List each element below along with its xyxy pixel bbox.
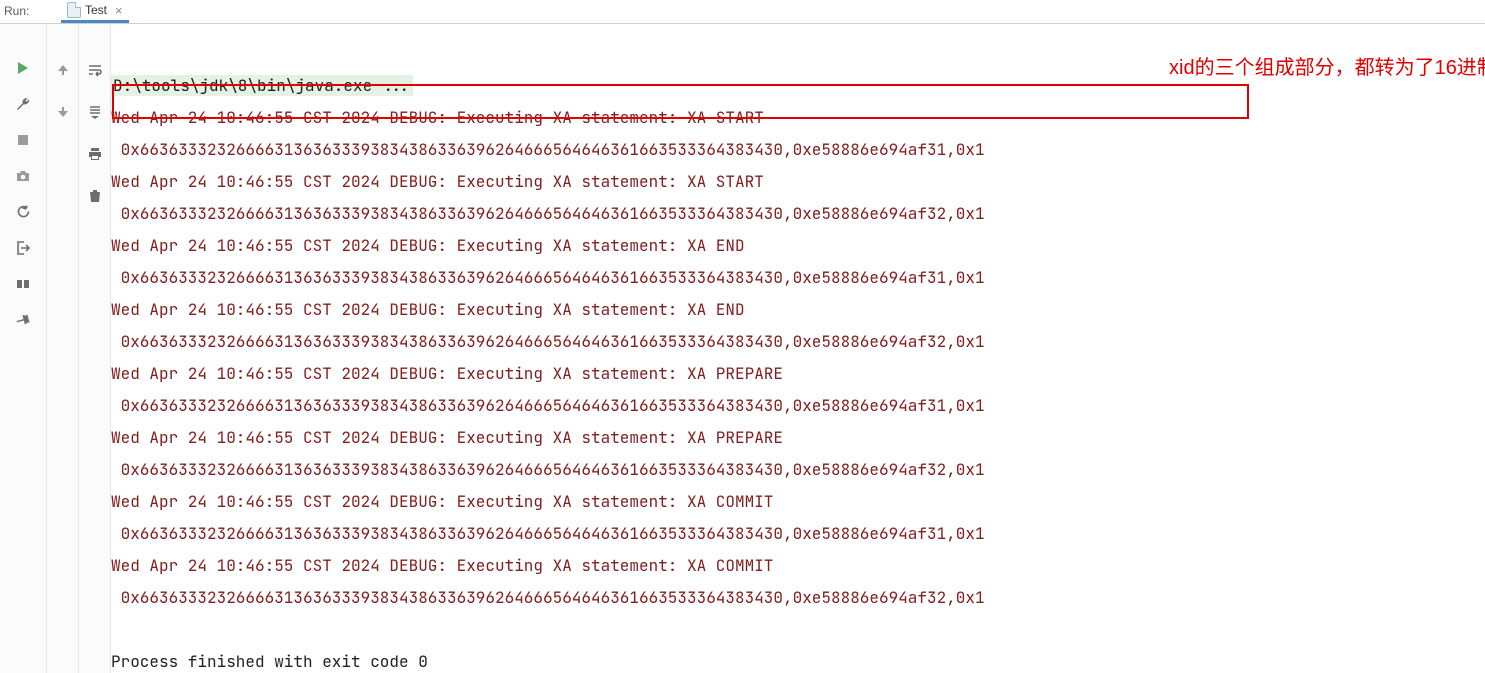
console-rail-2 — [79, 24, 111, 673]
console-log-line: Wed Apr 24 10:46:55 CST 2024 DEBUG: Exec… — [111, 171, 764, 192]
ide-run-tool-window: Run: Test × — [0, 0, 1485, 673]
console-output[interactable]: D:\tools\jdk\8\bin\java.exe ... Wed Apr … — [111, 24, 1485, 673]
scroll-to-end-icon[interactable] — [85, 102, 105, 122]
console-log-line: Wed Apr 24 10:46:55 CST 2024 DEBUG: Exec… — [111, 363, 783, 384]
run-tab-test[interactable]: Test × — [61, 0, 129, 23]
run-tab-label: Test — [85, 3, 107, 17]
run-gutter — [0, 24, 47, 673]
console-log-line: Wed Apr 24 10:46:55 CST 2024 DEBUG: Exec… — [111, 427, 783, 448]
console-log-line: Wed Apr 24 10:46:55 CST 2024 DEBUG: Exec… — [111, 299, 745, 320]
wrench-icon[interactable] — [13, 94, 33, 114]
step-down-icon[interactable] — [53, 102, 73, 122]
console-log-line: Wed Apr 24 10:46:55 CST 2024 DEBUG: Exec… — [111, 107, 764, 128]
run-label: Run: — [0, 0, 47, 23]
stop-icon[interactable] — [13, 130, 33, 150]
layout-icon[interactable] — [13, 274, 33, 294]
exit-frame-icon[interactable] — [13, 238, 33, 258]
console-log-line: 0x66363332326666313636333938343863363962… — [111, 139, 985, 160]
camera-icon[interactable] — [13, 166, 33, 186]
file-icon — [67, 2, 81, 18]
console-log-line: 0x66363332326666313636333938343863363962… — [111, 331, 985, 352]
print-icon[interactable] — [85, 144, 105, 164]
rerun-icon[interactable] — [13, 202, 33, 222]
console-exit-line: Process finished with exit code 0 — [111, 651, 428, 672]
console-log-line: 0x66363332326666313636333938343863363962… — [111, 267, 985, 288]
trash-icon[interactable] — [85, 186, 105, 206]
run-tab-strip: Run: Test × — [0, 0, 1485, 24]
run-icon[interactable] — [13, 58, 33, 78]
user-annotation: xid的三个组成部分，都转为了16进制 — [1169, 52, 1485, 84]
console-log-line: 0x66363332326666313636333938343863363962… — [111, 395, 985, 416]
console-log-line: 0x66363332326666313636333938343863363962… — [111, 587, 985, 608]
console-log-line: Wed Apr 24 10:46:55 CST 2024 DEBUG: Exec… — [111, 555, 773, 576]
step-up-icon[interactable] — [53, 60, 73, 80]
console-log-line: Wed Apr 24 10:46:55 CST 2024 DEBUG: Exec… — [111, 491, 773, 512]
console-log-line: Wed Apr 24 10:46:55 CST 2024 DEBUG: Exec… — [111, 235, 745, 256]
console-log-line: 0x66363332326666313636333938343863363962… — [111, 203, 985, 224]
pin-icon[interactable] — [9, 306, 36, 333]
close-icon[interactable]: × — [115, 3, 123, 18]
soft-wrap-icon[interactable] — [85, 60, 105, 80]
console-log-line: 0x66363332326666313636333938343863363962… — [111, 523, 985, 544]
console-rail-1 — [47, 24, 79, 673]
console-command: D:\tools\jdk\8\bin\java.exe ... — [111, 75, 413, 96]
console-log-line: 0x66363332326666313636333938343863363962… — [111, 459, 985, 480]
